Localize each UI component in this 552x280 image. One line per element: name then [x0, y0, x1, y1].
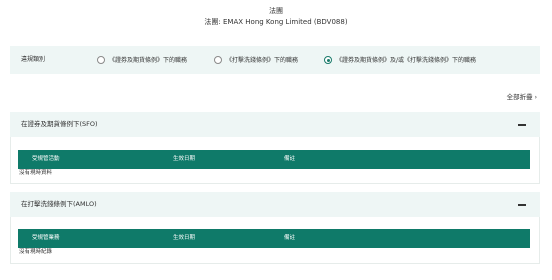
radio-option-label[interactable]: 《證券及期貨條例》下的職務 [109, 56, 187, 65]
minus-icon[interactable] [518, 204, 526, 206]
column-header: 生效日期 [173, 156, 196, 162]
radio-checked-icon[interactable] [324, 56, 332, 64]
page-subtitle: 法團: EMAX Hong Kong Limited (BDV088) [204, 18, 348, 26]
empty-state-text: 沒有現時資料 [19, 170, 53, 176]
section-header-sfo[interactable]: 在證券及期貨條例下(SFO) [10, 112, 540, 137]
section-sfo: 在證券及期貨條例下(SFO) 受規管活動 生效日期 備註 沒有現時資料 [10, 112, 540, 184]
radio-circle-icon[interactable] [97, 56, 105, 64]
section-title: 在打擊洗錢條例下(AMLO) [21, 200, 97, 208]
filter-bar: 違規類別 《證券及期貨條例》下的職務 《打擊洗錢條例》下的職務 《證券及期貨條例… [10, 46, 540, 74]
column-header: 備註 [284, 156, 296, 162]
table-header-row: 受規管業務 生效日期 備註 [18, 229, 530, 248]
radio-option-label[interactable]: 《證券及期貨條例》及/或《打擊洗錢條例》下的職務 [336, 56, 476, 65]
section-title: 在證券及期貨條例下(SFO) [21, 120, 98, 128]
radio-option-amlo[interactable]: 《打擊洗錢條例》下的職務 [214, 54, 298, 66]
section-header-amlo[interactable]: 在打擊洗錢條例下(AMLO) [10, 192, 540, 217]
column-header: 受規管活動 [32, 156, 60, 162]
radio-option-sfo[interactable]: 《證券及期貨條例》下的職務 [97, 54, 187, 66]
radio-circle-icon[interactable] [214, 56, 222, 64]
filter-label: 違規類別 [21, 56, 46, 63]
radio-option-sfo-and-amlo[interactable]: 《證券及期貨條例》及/或《打擊洗錢條例》下的職務 [324, 54, 476, 66]
column-header: 備註 [284, 235, 296, 241]
section-amlo: 在打擊洗錢條例下(AMLO) 受規管業務 生效日期 備註 沒有現時紀錄 [10, 192, 540, 264]
minus-icon[interactable] [518, 124, 526, 126]
table-header-row: 受規管活動 生效日期 備註 [18, 150, 530, 169]
chevron-right-icon: › [534, 94, 537, 101]
column-header: 生效日期 [173, 235, 196, 241]
collapse-all-label[interactable]: 全部折疊 [507, 93, 533, 101]
empty-state-text: 沒有現時紀錄 [19, 249, 53, 255]
page-title: 法團 [269, 7, 283, 15]
collapse-all-link[interactable]: 全部折疊 › [507, 93, 537, 102]
radio-option-label[interactable]: 《打擊洗錢條例》下的職務 [226, 56, 298, 65]
column-header: 受規管業務 [32, 235, 60, 241]
